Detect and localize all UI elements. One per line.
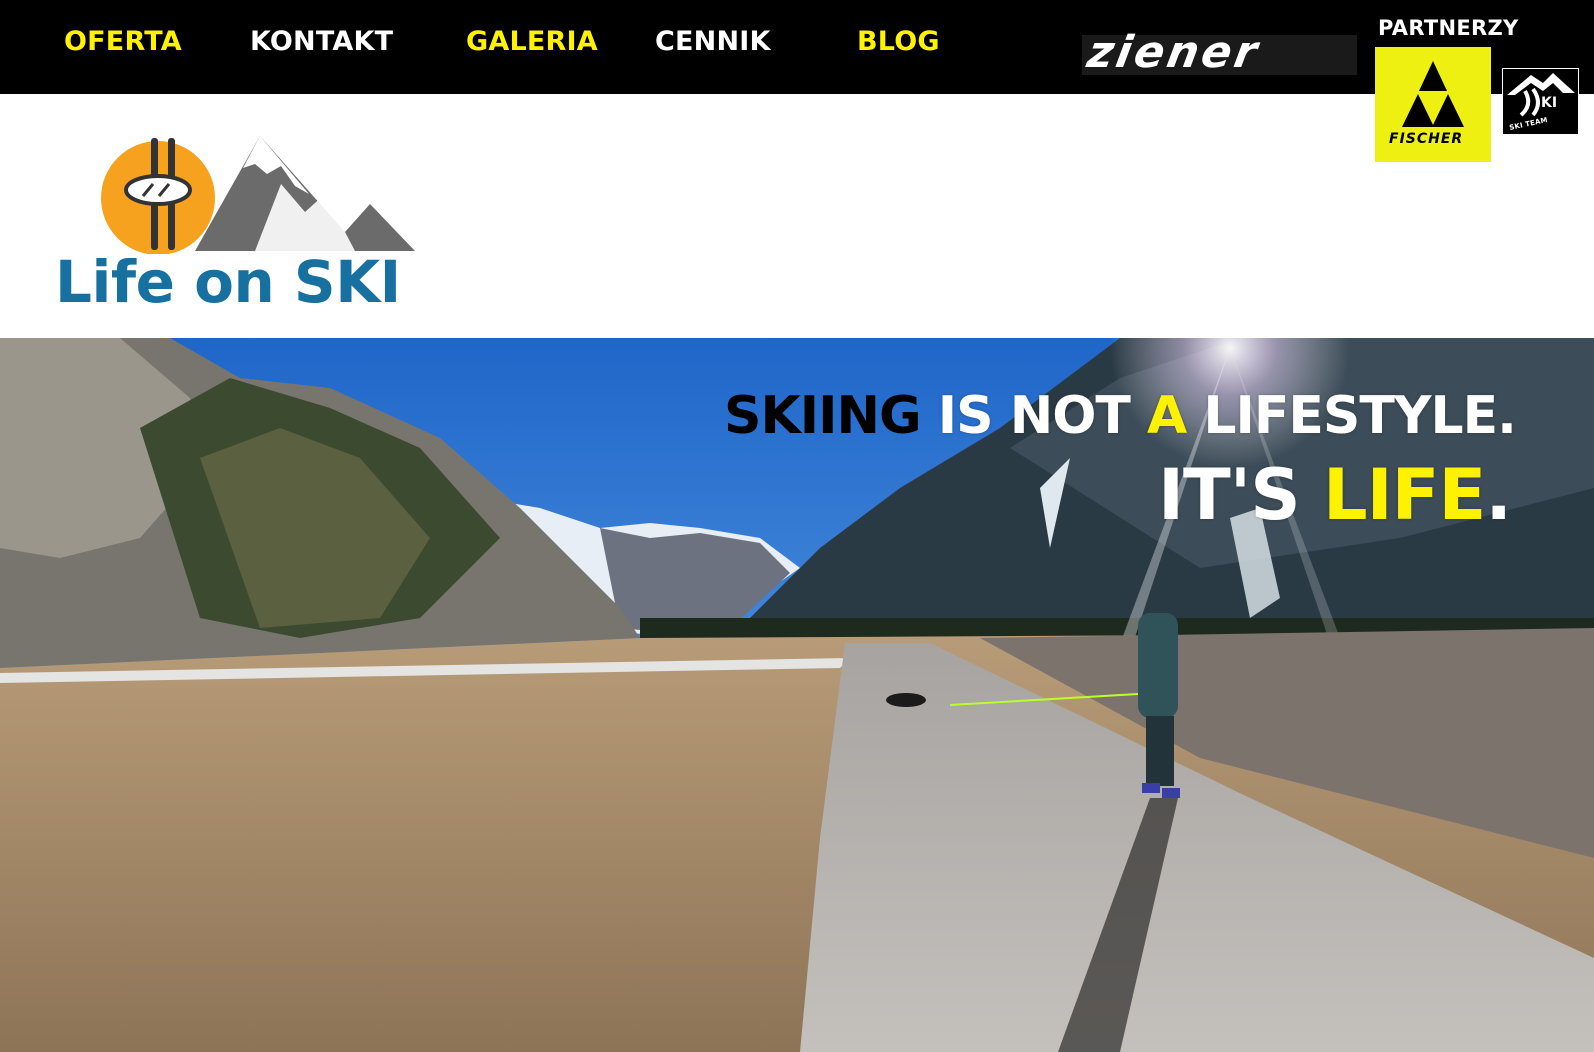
- tagline-word-a: A: [1147, 386, 1187, 446]
- tagline-period: .: [1485, 454, 1512, 536]
- hero-tagline-line2: IT'S LIFE.: [1158, 454, 1512, 536]
- brand-mountain-sun-icon: [101, 136, 415, 255]
- ziener-logo[interactable]: ziener: [1082, 27, 1357, 78]
- tagline-word-not: NOT: [1009, 386, 1131, 446]
- tagline-word-skiing: SKIING: [724, 386, 922, 446]
- hero-tagline-line1: SKIING IS NOT A LIFESTYLE.: [724, 386, 1517, 446]
- tagline-word-life: LIFE: [1323, 454, 1486, 536]
- svg-text:KI: KI: [1541, 95, 1557, 111]
- nav-kontakt[interactable]: KONTAKT: [250, 26, 393, 57]
- nav-oferta[interactable]: OFERTA: [64, 26, 182, 57]
- nav-cennik[interactable]: CENNIK: [655, 26, 771, 57]
- brand-logo[interactable]: Life on SKI: [55, 134, 435, 316]
- nav-galeria[interactable]: GALERIA: [466, 26, 598, 57]
- partners-label: PARTNERZY: [1378, 16, 1519, 40]
- tagline-word-lifestyle: LIFESTYLE.: [1203, 386, 1517, 446]
- ziener-logo-text: ziener: [1083, 27, 1264, 78]
- ski-team-mountain-icon: KI: [1507, 73, 1575, 117]
- fischer-triangles-icon: [1402, 61, 1464, 127]
- hero-banner: SKIING IS NOT A LIFESTYLE. IT'S LIFE.: [0, 338, 1594, 1052]
- brand-title: Life on SKI: [55, 248, 401, 316]
- fischer-logo-text: FISCHER: [1389, 131, 1464, 147]
- ski-team-logo[interactable]: KI SKI TEAM: [1502, 68, 1579, 135]
- tagline-word-its: IT'S: [1158, 454, 1301, 536]
- top-navigation-bar: OFERTA KONTAKT GALERIA CENNIK BLOG ziene…: [0, 0, 1594, 162]
- nav-blog[interactable]: BLOG: [857, 26, 940, 57]
- fischer-logo[interactable]: FISCHER: [1375, 47, 1491, 162]
- tagline-word-is: IS: [937, 386, 994, 446]
